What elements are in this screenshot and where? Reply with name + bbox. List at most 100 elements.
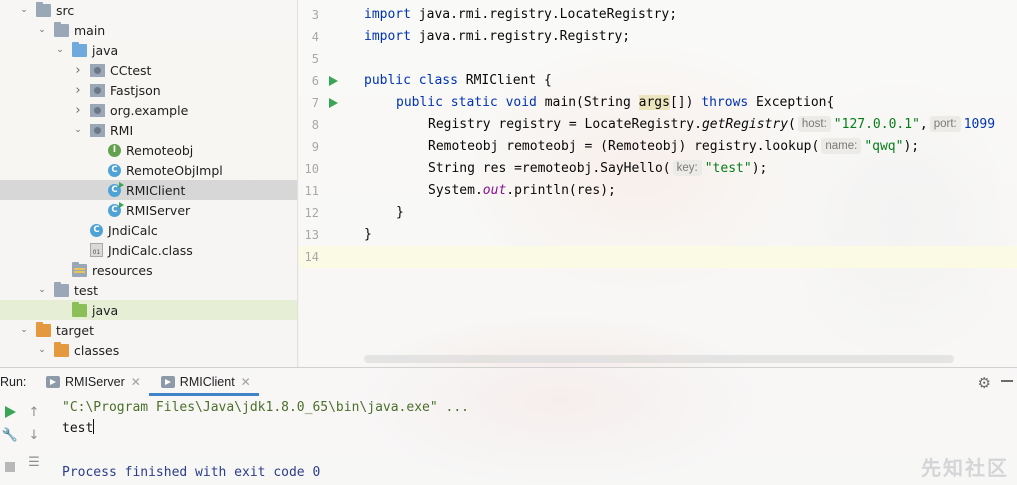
tree-item[interactable]: I Remoteobj [0, 140, 297, 160]
project-tree: ⌄ src ⌄ main ⌄ java › CCtest › Fastjson › org.examp… [0, 0, 298, 367]
tree-item[interactable]: ⌄ src [0, 0, 297, 20]
tree-item-label: JndiCalc.class [108, 242, 193, 258]
minimize-icon[interactable] [1001, 380, 1013, 382]
tree-item-label: org.example [110, 102, 189, 118]
tree-item[interactable]: resources [0, 260, 297, 280]
horizontal-scrollbar[interactable] [364, 355, 954, 363]
package-icon [90, 83, 105, 97]
line-number: 6 [311, 74, 319, 88]
chevron-down-icon[interactable]: ⌄ [18, 324, 30, 336]
chevron-down-icon[interactable]: ⌄ [36, 284, 48, 296]
stop-button[interactable] [2, 459, 18, 475]
line-number: 10 [304, 162, 319, 176]
tree-item-label: resources [92, 262, 153, 278]
tree-item-label: RMIServer [126, 202, 191, 218]
tree-item[interactable]: 01 JndiCalc.class [0, 240, 297, 260]
tree-item-label: main [74, 22, 106, 38]
soft-wrap-button[interactable]: ☰ [26, 454, 42, 470]
tree-item[interactable]: ⌄ RMI [0, 120, 297, 140]
tree-item[interactable]: C RMIClient [0, 180, 297, 200]
source-folder-icon [72, 41, 87, 57]
gear-icon[interactable]: ⚙ [978, 374, 991, 392]
wrench-icon[interactable]: 🔧 [2, 427, 18, 443]
package-icon [90, 63, 105, 77]
tree-item[interactable]: java [0, 300, 297, 320]
tree-item-label: java [92, 302, 119, 318]
rerun-button[interactable] [2, 404, 18, 420]
tree-item-label: CCtest [110, 62, 152, 78]
runnable-class-icon: C [108, 201, 124, 217]
excluded-folder-icon [54, 341, 69, 357]
tree-item[interactable]: › org.example [0, 100, 297, 120]
tree-item[interactable]: › CCtest [0, 60, 297, 80]
run-tool-window: Run: RMIServer ✕ RMIClient ✕ ⚙ ↑ 🔧 ↓ ☰ "… [0, 367, 1017, 485]
tree-item[interactable]: ⌄ main [0, 20, 297, 40]
chevron-right-icon[interactable]: › [72, 83, 84, 98]
tree-item[interactable]: ⌄ target [0, 320, 297, 340]
run-main-gutter-icon[interactable] [329, 98, 338, 108]
console-command-line: "C:\Program Files\Java\jdk1.8.0_65\bin\j… [62, 400, 469, 415]
tree-item[interactable]: ⌄ java [0, 40, 297, 60]
tree-item[interactable]: C RMIServer [0, 200, 297, 220]
line-number: 4 [311, 30, 319, 44]
run-class-gutter-icon[interactable] [329, 76, 338, 86]
class-icon: C [90, 223, 103, 237]
code-editor[interactable]: 3 4 5 6 7 8 9 10 11 12 13 14 import java.rmi.regist… [299, 0, 1017, 367]
param-hint-name: name: [821, 138, 862, 154]
chevron-down-icon[interactable]: ⌄ [54, 44, 66, 56]
chevron-down-icon[interactable]: ⌄ [72, 124, 84, 136]
chevron-down-icon[interactable]: ⌄ [36, 24, 48, 36]
tree-item-label: RMIClient [126, 182, 186, 198]
tree-item-label: src [56, 2, 75, 18]
scroll-up-button[interactable]: ↑ [26, 404, 42, 420]
code-line-8: Registry registry = LocateRegistry.getRe… [428, 116, 996, 132]
scroll-down-button[interactable]: ↓ [26, 427, 42, 443]
tab-rmiserver[interactable]: RMIServer ✕ [34, 368, 149, 396]
close-icon[interactable]: ✕ [241, 375, 251, 389]
class-icon: C [108, 163, 121, 177]
tree-item-label: java [92, 42, 119, 58]
chevron-right-icon[interactable]: › [72, 63, 84, 78]
line-number: 5 [311, 52, 319, 66]
code-line-11: System.out.println(res); [428, 183, 616, 198]
text-cursor [93, 419, 95, 434]
line-number: 8 [311, 118, 319, 132]
code-line-9: Remoteobj remoteobj = (Remoteobj) regist… [428, 138, 920, 154]
code-line-6: public class RMIClient { [364, 73, 552, 88]
console-output-line: test [62, 419, 95, 436]
folder-icon [36, 1, 51, 17]
tree-item[interactable]: C JndiCalc [0, 220, 297, 240]
run-config-icon [46, 376, 60, 388]
tree-item-label: Fastjson [110, 82, 161, 98]
code-line-3: import java.rmi.registry.LocateRegistry; [364, 7, 678, 22]
code-line-4: import java.rmi.registry.Registry; [364, 29, 631, 44]
tree-item[interactable]: ⌄ classes [0, 340, 297, 360]
tree-item-label: RMI [110, 122, 134, 138]
tree-item[interactable]: › Fastjson [0, 80, 297, 100]
resources-folder-icon [72, 261, 87, 277]
close-icon[interactable]: ✕ [131, 375, 141, 389]
tree-item-label: Remoteobj [126, 142, 194, 158]
line-number: 12 [304, 206, 319, 220]
line-number: 13 [304, 228, 319, 242]
excluded-folder-icon [36, 321, 51, 337]
chevron-down-icon[interactable]: ⌄ [36, 344, 48, 356]
code-line-10: String res =remoteobj.SayHello(key: "test… [428, 160, 768, 176]
runnable-class-icon: C [108, 181, 124, 197]
chevron-down-icon[interactable]: ⌄ [18, 4, 30, 16]
tree-item[interactable]: C RemoteObjImpl [0, 160, 297, 180]
watermark-text: 先知社区 [921, 456, 1009, 480]
chevron-right-icon[interactable]: › [72, 103, 84, 118]
test-folder-icon [72, 301, 87, 317]
tree-item[interactable]: ⌄ test [0, 280, 297, 300]
tab-rmiclient[interactable]: RMIClient ✕ [148, 368, 259, 396]
tree-item-label: target [56, 322, 95, 338]
current-line-highlight [299, 246, 1017, 268]
binary-file-icon: 01 [90, 243, 103, 257]
